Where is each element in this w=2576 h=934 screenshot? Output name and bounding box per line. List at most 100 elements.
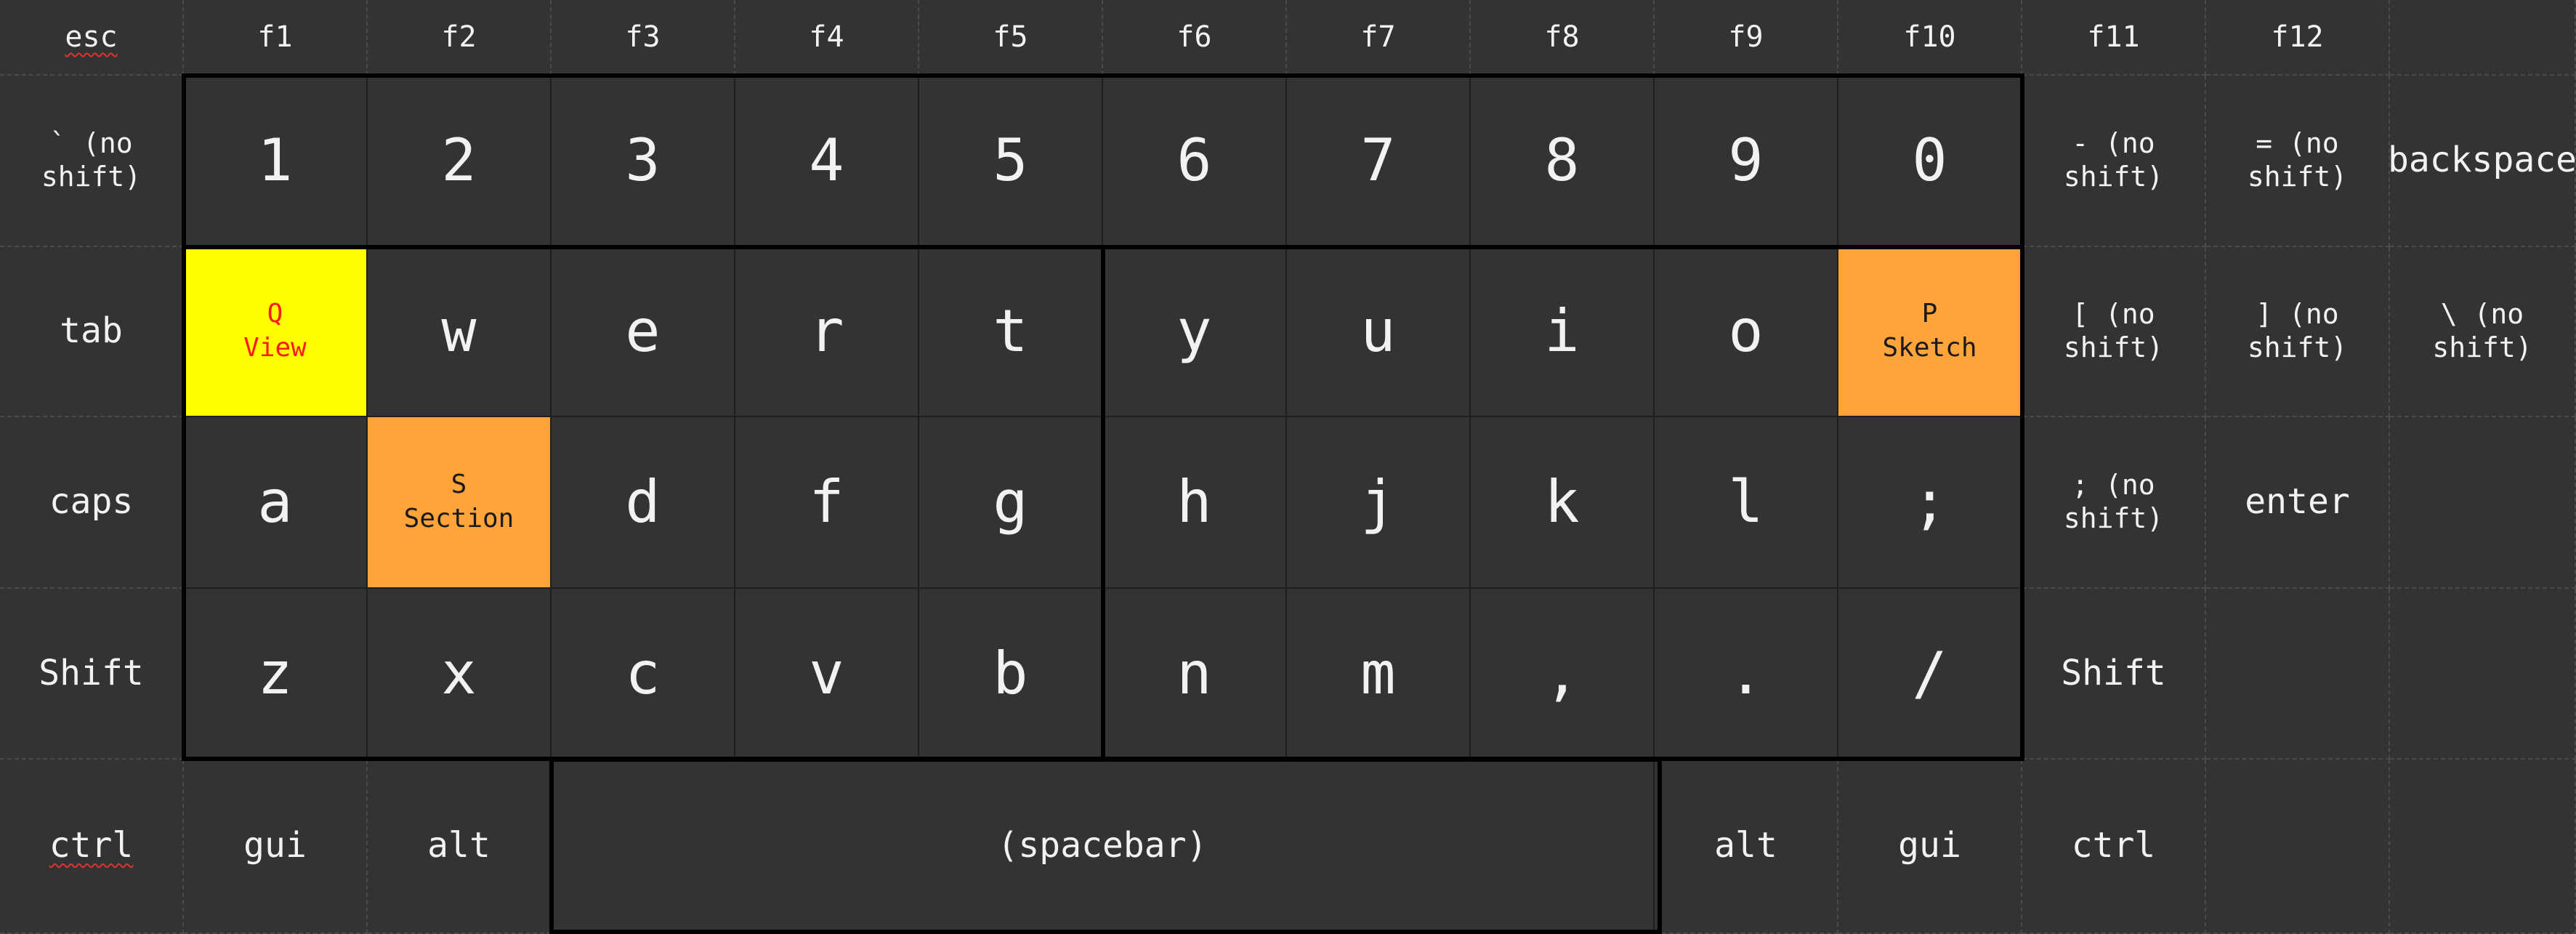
key-ctrl[interactable]: ctrl [2022,760,2206,934]
key-0[interactable]: 0 [1838,76,2022,247]
key-v[interactable]: v [735,589,919,760]
key-w[interactable]: w [368,247,552,417]
key-label: alt [427,825,490,866]
key-4[interactable]: 4 [735,76,919,247]
key-f11[interactable]: f11 [2022,0,2206,76]
key-caps[interactable]: caps [0,417,184,589]
key-label: j [1360,468,1396,536]
key-label: f1 [257,20,293,54]
key-2[interactable]: 2 [368,76,552,247]
key-label: 6 [1176,126,1212,194]
key-m[interactable]: m [1287,589,1471,760]
key-empty[interactable] [2206,760,2390,934]
key-label: Shift [2061,652,2166,693]
key-label: S Section [403,470,514,534]
key-ctrl[interactable]: ctrl [0,760,184,934]
key-backspace[interactable]: backspace [2388,76,2576,247]
key-label: 5 [993,126,1028,194]
key-7[interactable]: 7 [1287,76,1471,247]
key-no-shift[interactable]: ; (no shift) [2022,417,2206,589]
key-j[interactable]: j [1287,417,1471,589]
key-spacebar[interactable]: (spacebar) [552,760,1655,934]
key-label: f8 [1544,20,1580,54]
key-no-shift[interactable]: = (no shift) [2206,76,2390,247]
key-b[interactable]: b [919,589,1103,760]
key-r[interactable]: r [735,247,919,417]
key-no-shift[interactable]: ` (no shift) [0,76,184,247]
key-gui[interactable]: gui [1838,760,2022,934]
key-enter[interactable]: enter [2206,417,2390,589]
key-no-shift[interactable]: [ (no shift) [2022,247,2206,417]
key-8[interactable]: 8 [1471,76,1655,247]
key-6[interactable]: 6 [1103,76,1287,247]
key-9[interactable]: 9 [1655,76,1838,247]
key-f2[interactable]: f2 [368,0,552,76]
key-f4[interactable]: f4 [735,0,919,76]
key-no-shift[interactable]: \ (no shift) [2390,247,2576,417]
key-label: m [1360,639,1396,707]
key-f1[interactable]: f1 [184,0,368,76]
key-sym[interactable]: ; [1838,417,2022,589]
key-empty[interactable] [2390,589,2576,760]
key-u[interactable]: u [1287,247,1471,417]
key-tab[interactable]: tab [0,247,184,417]
key-k[interactable]: k [1471,417,1655,589]
key-shift[interactable]: Shift [2022,589,2206,760]
key-label: i [1544,297,1580,365]
key-label: 9 [1728,126,1764,194]
key-empty[interactable] [2390,760,2576,934]
key-f6[interactable]: f6 [1103,0,1287,76]
key-label: f9 [1728,20,1764,54]
key-s-section[interactable]: S Section [368,417,552,589]
key-f12[interactable]: f12 [2206,0,2390,76]
key-label: ctrl [49,825,134,866]
key-sym[interactable]: / [1838,589,2022,760]
key-no-shift[interactable]: ] (no shift) [2206,247,2390,417]
key-y[interactable]: y [1103,247,1287,417]
key-t[interactable]: t [919,247,1103,417]
key-e[interactable]: e [552,247,735,417]
key-h[interactable]: h [1103,417,1287,589]
key-z[interactable]: z [184,589,368,760]
key-label: z [257,639,293,707]
key-label: enter [2245,481,2350,523]
key-label: \ (no shift) [2432,298,2532,363]
key-label: / [1912,639,1947,707]
key-p-sketch[interactable]: P Sketch [1838,247,2022,417]
key-f9[interactable]: f9 [1655,0,1838,76]
key-d[interactable]: d [552,417,735,589]
key-n[interactable]: n [1103,589,1287,760]
key-no-shift[interactable]: - (no shift) [2022,76,2206,247]
key-f10[interactable]: f10 [1838,0,2022,76]
key-sym[interactable]: , [1471,589,1655,760]
key-label: 7 [1360,126,1396,194]
key-l[interactable]: l [1655,417,1838,589]
key-alt[interactable]: alt [368,760,552,934]
key-o[interactable]: o [1655,247,1838,417]
key-empty[interactable] [2390,417,2576,589]
key-1[interactable]: 1 [184,76,368,247]
key-shift[interactable]: Shift [0,589,184,760]
key-c[interactable]: c [552,589,735,760]
key-f5[interactable]: f5 [919,0,1103,76]
key-a[interactable]: a [184,417,368,589]
key-esc[interactable]: esc [0,0,184,76]
key-label: ctrl [2071,825,2156,866]
key-5[interactable]: 5 [919,76,1103,247]
key-3[interactable]: 3 [552,76,735,247]
key-f3[interactable]: f3 [552,0,735,76]
key-sym[interactable]: . [1655,589,1838,760]
key-f7[interactable]: f7 [1287,0,1471,76]
key-q-view[interactable]: Q View [184,247,368,417]
key-label: n [1176,639,1212,707]
key-f[interactable]: f [735,417,919,589]
key-x[interactable]: x [368,589,552,760]
key-alt[interactable]: alt [1655,760,1838,934]
key-gui[interactable]: gui [184,760,368,934]
key-empty[interactable] [2390,0,2576,76]
key-f8[interactable]: f8 [1471,0,1655,76]
key-label: x [441,639,477,707]
key-g[interactable]: g [919,417,1103,589]
key-i[interactable]: i [1471,247,1655,417]
key-empty[interactable] [2206,589,2390,760]
